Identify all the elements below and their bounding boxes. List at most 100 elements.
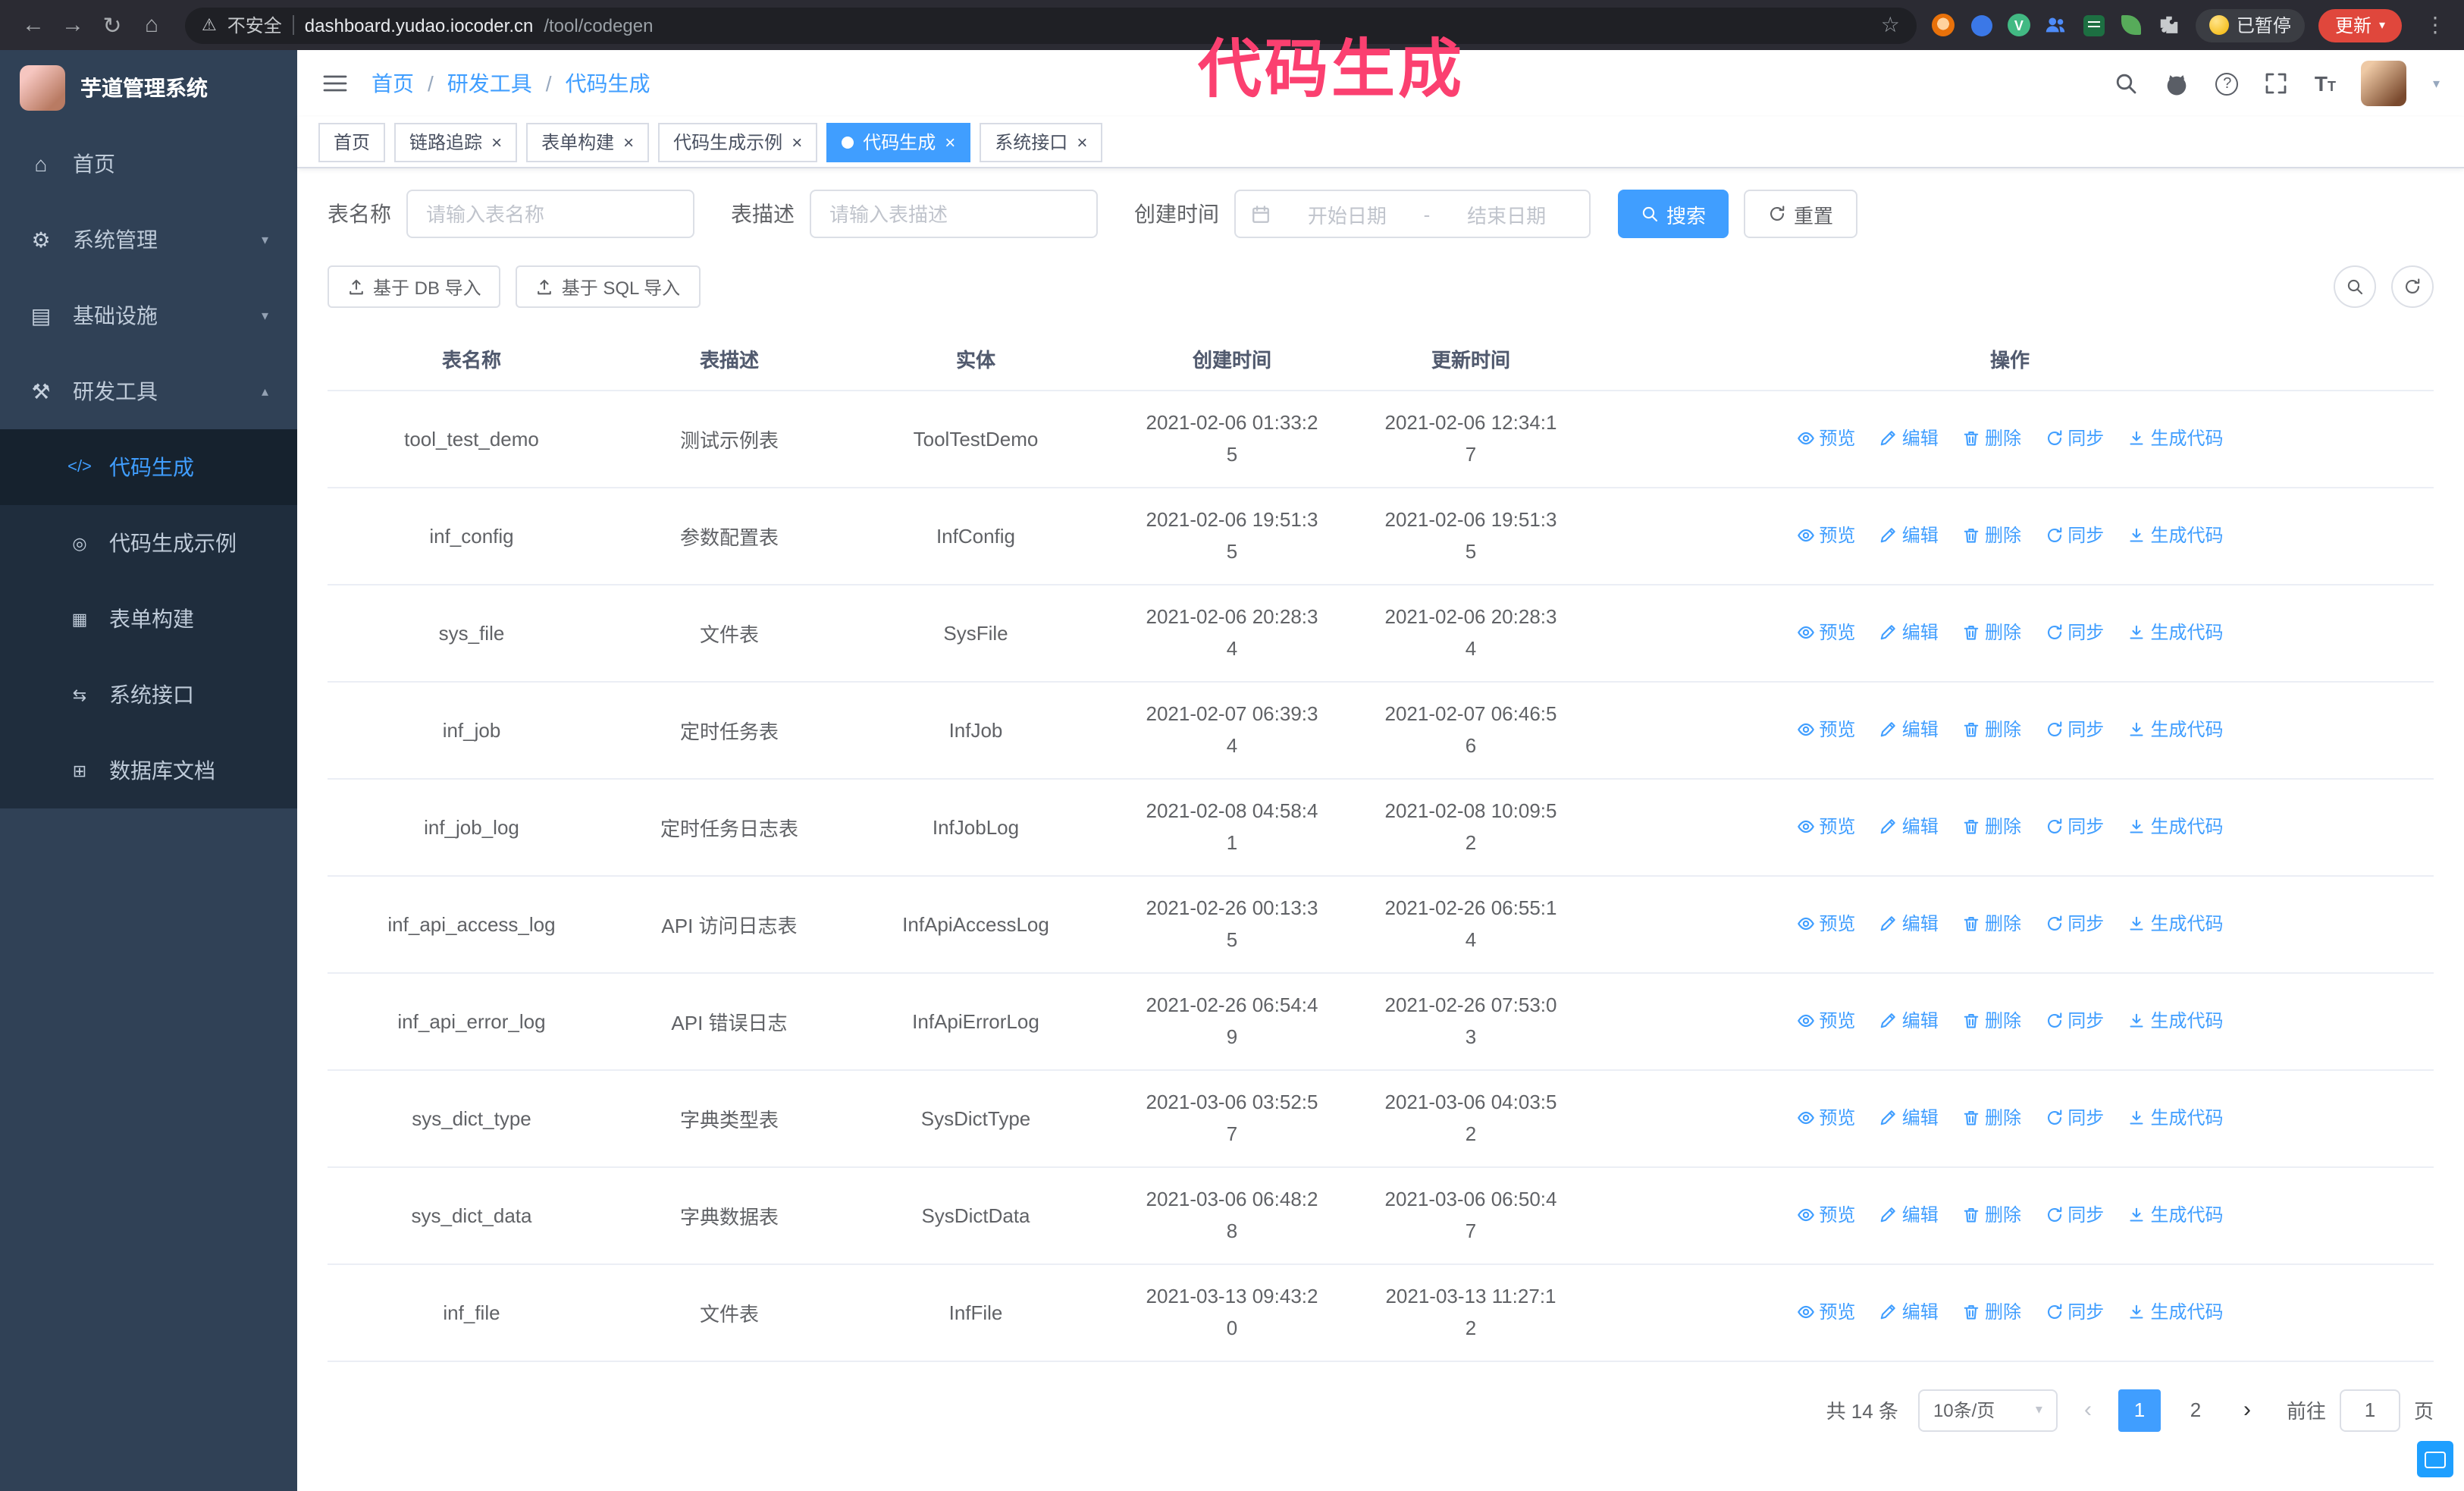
- generate-code-link[interactable]: 生成代码: [2128, 1008, 2224, 1034]
- generate-code-link[interactable]: 生成代码: [2128, 717, 2224, 742]
- page-size-select[interactable]: 10条/页 ▾: [1917, 1389, 2058, 1431]
- preview-link[interactable]: 预览: [1796, 1202, 1855, 1228]
- import-db-button[interactable]: 基于 DB 导入: [328, 265, 501, 308]
- close-icon[interactable]: ×: [1077, 133, 1087, 151]
- sync-link[interactable]: 同步: [2045, 425, 2104, 451]
- edit-link[interactable]: 编辑: [1879, 620, 1939, 645]
- sidebar-logo[interactable]: 芋道管理系统: [0, 50, 297, 126]
- preview-link[interactable]: 预览: [1796, 425, 1855, 451]
- leaf-extension-icon[interactable]: [2120, 13, 2144, 37]
- sync-link[interactable]: 同步: [2045, 1105, 2104, 1131]
- sidebar-subitem-api[interactable]: ⇆ 系统接口: [0, 657, 297, 733]
- forward-icon[interactable]: →: [55, 7, 91, 43]
- preview-link[interactable]: 预览: [1796, 1008, 1855, 1034]
- sidebar-subitem-codegen[interactable]: </> 代码生成: [0, 429, 297, 505]
- home-icon[interactable]: ⌂: [133, 7, 170, 43]
- close-icon[interactable]: ×: [491, 133, 502, 151]
- sidebar-item-home[interactable]: ⌂ 首页: [0, 126, 297, 202]
- sync-link[interactable]: 同步: [2045, 814, 2104, 840]
- user-avatar[interactable]: [2361, 61, 2407, 106]
- tab-home[interactable]: 首页: [318, 122, 386, 162]
- delete-link[interactable]: 删除: [1962, 425, 2021, 451]
- page-button-1[interactable]: 1: [2118, 1389, 2161, 1431]
- generate-code-link[interactable]: 生成代码: [2128, 523, 2224, 548]
- import-sql-button[interactable]: 基于 SQL 导入: [516, 265, 701, 308]
- sync-link[interactable]: 同步: [2045, 1008, 2104, 1034]
- preview-link[interactable]: 预览: [1796, 814, 1855, 840]
- sidebar-item-system[interactable]: ⚙ 系统管理 ▾: [0, 202, 297, 278]
- tab-codegen-example[interactable]: 代码生成示例 ×: [658, 122, 818, 162]
- generate-code-link[interactable]: 生成代码: [2128, 1105, 2224, 1131]
- delete-link[interactable]: 删除: [1962, 1105, 2021, 1131]
- floating-widget[interactable]: [2417, 1441, 2453, 1477]
- address-bar[interactable]: ⚠ 不安全 dashboard.yudao.iocoder.cn /tool/c…: [185, 7, 1917, 43]
- toggle-search-button[interactable]: [2334, 265, 2376, 308]
- table-name-input[interactable]: [406, 190, 694, 238]
- sidebar-item-infra[interactable]: ▤ 基础设施 ▾: [0, 278, 297, 353]
- delete-link[interactable]: 删除: [1962, 1299, 2021, 1325]
- sync-link[interactable]: 同步: [2045, 1202, 2104, 1228]
- font-size-icon[interactable]: TT: [2315, 71, 2336, 96]
- update-button[interactable]: 更新 ▾: [2318, 8, 2402, 42]
- tab-codegen[interactable]: 代码生成 ×: [826, 122, 971, 162]
- chevron-down-icon[interactable]: ▾: [2433, 75, 2440, 92]
- delete-link[interactable]: 删除: [1962, 1008, 2021, 1034]
- preview-link[interactable]: 预览: [1796, 717, 1855, 742]
- sidebar-subitem-codegen-example[interactable]: ◎ 代码生成示例: [0, 505, 297, 581]
- delete-link[interactable]: 删除: [1962, 620, 2021, 645]
- edit-link[interactable]: 编辑: [1879, 425, 1939, 451]
- delete-link[interactable]: 删除: [1962, 523, 2021, 548]
- edit-link[interactable]: 编辑: [1879, 1008, 1939, 1034]
- next-page-button[interactable]: ›: [2230, 1398, 2264, 1421]
- refresh-table-button[interactable]: [2391, 265, 2434, 308]
- preview-link[interactable]: 预览: [1796, 911, 1855, 937]
- tab-api[interactable]: 系统接口 ×: [980, 122, 1103, 162]
- preview-link[interactable]: 预览: [1796, 1105, 1855, 1131]
- sidebar-item-devtools[interactable]: ⚒ 研发工具 ▴: [0, 353, 297, 429]
- breadcrumb-devtools[interactable]: 研发工具: [447, 68, 532, 99]
- goto-page-input[interactable]: [2339, 1389, 2400, 1431]
- generate-code-link[interactable]: 生成代码: [2128, 425, 2224, 451]
- edit-link[interactable]: 编辑: [1879, 814, 1939, 840]
- close-icon[interactable]: ×: [623, 133, 634, 151]
- delete-link[interactable]: 删除: [1962, 1202, 2021, 1228]
- breadcrumb-home[interactable]: 首页: [371, 68, 414, 99]
- edit-link[interactable]: 编辑: [1879, 1299, 1939, 1325]
- generate-code-link[interactable]: 生成代码: [2128, 911, 2224, 937]
- preview-link[interactable]: 预览: [1796, 1299, 1855, 1325]
- tab-form-builder[interactable]: 表单构建 ×: [526, 122, 650, 162]
- edit-link[interactable]: 编辑: [1879, 1202, 1939, 1228]
- search-icon[interactable]: [2114, 71, 2139, 96]
- delete-link[interactable]: 删除: [1962, 814, 2021, 840]
- help-icon[interactable]: ?: [2215, 72, 2239, 95]
- sync-link[interactable]: 同步: [2045, 523, 2104, 548]
- fullscreen-icon[interactable]: [2265, 71, 2289, 96]
- browser-menu-icon[interactable]: ⋮: [2425, 12, 2446, 38]
- extension-icon[interactable]: [1970, 13, 1994, 37]
- edit-link[interactable]: 编辑: [1879, 523, 1939, 548]
- generate-code-link[interactable]: 生成代码: [2128, 620, 2224, 645]
- github-icon[interactable]: [2165, 71, 2190, 96]
- extension-icon[interactable]: [1932, 13, 1956, 37]
- reload-icon[interactable]: ↻: [94, 7, 130, 43]
- sidebar-subitem-db-doc[interactable]: ⊞ 数据库文档: [0, 733, 297, 808]
- generate-code-link[interactable]: 生成代码: [2128, 1299, 2224, 1325]
- sidebar-subitem-form-builder[interactable]: ▦ 表单构建: [0, 581, 297, 657]
- back-icon[interactable]: ←: [15, 7, 52, 43]
- page-button-2[interactable]: 2: [2174, 1389, 2217, 1431]
- delete-link[interactable]: 删除: [1962, 717, 2021, 742]
- close-icon[interactable]: ×: [792, 133, 802, 151]
- prev-page-button[interactable]: ‹: [2071, 1398, 2105, 1421]
- sync-link[interactable]: 同步: [2045, 620, 2104, 645]
- sync-link[interactable]: 同步: [2045, 717, 2104, 742]
- delete-link[interactable]: 删除: [1962, 911, 2021, 937]
- date-range-picker[interactable]: 开始日期 - 结束日期: [1234, 190, 1591, 238]
- vue-devtools-icon[interactable]: V: [2007, 14, 2030, 36]
- edit-link[interactable]: 编辑: [1879, 717, 1939, 742]
- people-extension-icon[interactable]: [2044, 13, 2068, 37]
- sync-link[interactable]: 同步: [2045, 911, 2104, 937]
- generate-code-link[interactable]: 生成代码: [2128, 814, 2224, 840]
- sync-link[interactable]: 同步: [2045, 1299, 2104, 1325]
- edit-link[interactable]: 编辑: [1879, 1105, 1939, 1131]
- bookmark-star-icon[interactable]: ☆: [1881, 12, 1900, 38]
